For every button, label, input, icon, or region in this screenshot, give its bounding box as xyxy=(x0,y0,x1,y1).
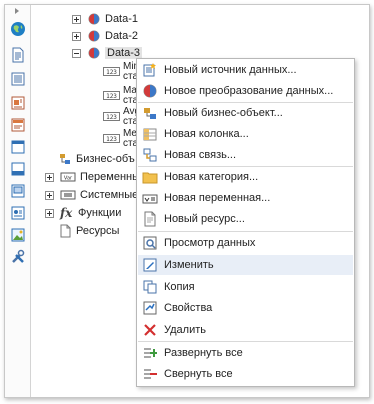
menu-separator xyxy=(138,341,353,342)
tree-node-functions[interactable]: fx Функции xyxy=(45,205,121,221)
menu-item-new-relation[interactable]: Новая связь... xyxy=(138,145,353,165)
variable-icon: Var xyxy=(60,170,76,184)
tree-node-label: Переменны xyxy=(80,171,140,183)
tree-node-label: Ресурсы xyxy=(76,225,120,237)
image-card-icon[interactable] xyxy=(10,205,26,221)
panel-icon[interactable] xyxy=(10,183,26,199)
expand-all-icon xyxy=(142,345,158,361)
menu-item-delete[interactable]: Удалить xyxy=(138,320,353,340)
menu-item-label: Просмотр данных xyxy=(164,237,256,249)
menu-item-label: Новая категория... xyxy=(164,171,259,183)
new-transform-icon xyxy=(142,83,158,99)
menu-item-label: Развернуть все xyxy=(164,347,243,359)
menu-item-label: Новая связь... xyxy=(164,149,237,161)
menu-item-edit[interactable]: Изменить xyxy=(138,255,353,275)
expand-icon[interactable] xyxy=(45,190,54,200)
menu-item-label: Удалить xyxy=(164,324,206,336)
menu-item-view-data[interactable]: Просмотр данных xyxy=(138,233,353,253)
expand-icon[interactable] xyxy=(45,172,54,182)
svg-text:Var: Var xyxy=(64,176,73,182)
tree-node-resources[interactable]: Ресурсы xyxy=(58,223,119,239)
datasource-icon xyxy=(87,29,101,43)
new-column-icon xyxy=(142,126,158,142)
tree-node-variables[interactable]: Var Переменны xyxy=(45,169,140,185)
menu-item-expand-all[interactable]: Развернуть все xyxy=(138,343,353,363)
datasource-icon xyxy=(87,12,101,26)
list-page-icon[interactable] xyxy=(10,71,26,87)
tree-node-business[interactable]: Бизнес-объ xyxy=(58,151,135,167)
new-datasource-icon xyxy=(142,62,158,78)
menu-item-new-variable[interactable]: Новая переменная... xyxy=(138,188,353,208)
menu-item-new-resource[interactable]: Новый ресурс... xyxy=(138,209,353,229)
tree-node-label: Системные xyxy=(80,189,139,201)
expand-icon[interactable] xyxy=(72,14,81,24)
menu-item-properties[interactable]: Свойства xyxy=(138,298,353,318)
copy-icon xyxy=(142,279,158,295)
collapse-arrow-icon[interactable] xyxy=(13,7,21,15)
new-business-object-icon xyxy=(142,105,158,121)
view-data-icon xyxy=(142,235,158,251)
edit-icon xyxy=(142,257,158,273)
header-page-icon[interactable] xyxy=(10,117,26,133)
tree-node-label: Функции xyxy=(78,207,122,219)
menu-item-new-category[interactable]: Новая категория... xyxy=(138,167,353,187)
menu-item-label: Новый ресурс... xyxy=(164,213,245,225)
text-page-icon[interactable] xyxy=(10,95,26,111)
footer-page-icon[interactable] xyxy=(10,161,26,177)
menu-item-label: Копия xyxy=(164,281,195,293)
expand-icon[interactable] xyxy=(72,31,81,41)
expand-icon[interactable] xyxy=(45,208,54,218)
picture-icon[interactable] xyxy=(10,227,26,243)
tree-field-4[interactable]: 123 Me ста xyxy=(103,129,138,153)
new-category-icon xyxy=(142,169,158,185)
number-field-icon: 123 xyxy=(103,112,120,121)
tools-icon[interactable] xyxy=(10,249,26,265)
number-field-icon: 123 xyxy=(103,134,120,143)
properties-icon xyxy=(142,300,158,316)
tree-node-data1[interactable]: Data-1 xyxy=(72,11,138,27)
resource-icon xyxy=(58,224,72,238)
tree-node-label: Data-2 xyxy=(105,30,139,42)
left-toolstrip xyxy=(5,5,31,397)
menu-item-label: Изменить xyxy=(164,259,214,271)
collapse-all-icon xyxy=(142,366,158,382)
menu-item-label: Свернуть все xyxy=(164,368,233,380)
menu-item-collapse-all[interactable]: Свернуть все xyxy=(138,364,353,384)
dictionary-panel: Data-1 Data-2 Data-3 123 Min ста 123 Ma ст… xyxy=(4,4,370,398)
number-field-icon: 123 xyxy=(103,91,120,100)
new-relation-icon xyxy=(142,147,158,163)
menu-item-label: Новый источник данных... xyxy=(164,64,297,76)
delete-icon xyxy=(142,322,158,338)
number-field-icon: 123 xyxy=(103,67,120,76)
globe-icon[interactable] xyxy=(10,21,26,37)
tree-node-data3[interactable]: Data-3 xyxy=(72,45,143,61)
new-variable-icon xyxy=(142,190,158,206)
menu-item-label: Новая переменная... xyxy=(164,192,271,204)
menu-item-label: Новый бизнес-объект... xyxy=(164,107,283,119)
context-menu: Новый источник данных... Новое преобразо… xyxy=(136,58,355,387)
menu-item-new-datasource[interactable]: Новый источник данных... xyxy=(138,60,353,80)
tree-field-1[interactable]: 123 Min ста xyxy=(103,62,139,86)
business-object-icon xyxy=(58,152,72,166)
datasource-icon xyxy=(87,46,101,60)
menu-item-label: Новая колонка... xyxy=(164,128,249,140)
menu-item-label: Новое преобразование данных... xyxy=(164,85,334,97)
menu-item-new-column[interactable]: Новая колонка... xyxy=(138,124,353,144)
tree-node-label: Бизнес-объ xyxy=(76,153,135,165)
tree-node-system[interactable]: Системные xyxy=(45,187,138,203)
collapse-icon[interactable] xyxy=(72,48,81,58)
menu-item-copy[interactable]: Копия xyxy=(138,277,353,297)
menu-item-new-transform[interactable]: Новое преобразование данных... xyxy=(138,81,353,101)
window-icon[interactable] xyxy=(10,139,26,155)
menu-item-label: Свойства xyxy=(164,302,213,314)
tree-node-label: Data-1 xyxy=(105,13,139,25)
menu-item-new-business-object[interactable]: Новый бизнес-объект... xyxy=(138,103,353,123)
new-resource-icon xyxy=(142,211,158,227)
function-icon: fx xyxy=(60,206,73,220)
menu-separator xyxy=(138,231,353,232)
system-variable-icon xyxy=(60,188,76,202)
tree-node-data2[interactable]: Data-2 xyxy=(72,28,138,44)
document-icon[interactable] xyxy=(10,47,26,63)
